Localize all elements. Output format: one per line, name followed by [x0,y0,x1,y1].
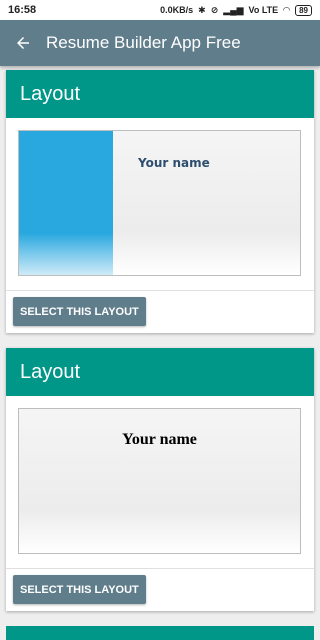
template-name-text: Your name [122,431,197,448]
layout-preview-area: Your name [6,118,314,291]
card-actions: SELECT THIS LAYOUT [6,291,314,333]
app-bar: Resume Builder App Free [0,20,320,66]
status-time: 16:58 [8,4,37,16]
layout-preview-area: Your name [6,396,314,569]
battery-icon: 89 [295,4,312,16]
status-bar: 16:58 0.0KB/s ✱ ⊘ ▂▄▆ Vo LTE ◠ 89 [0,0,320,20]
select-layout-button[interactable]: SELECT THIS LAYOUT [13,297,146,326]
layout-list[interactable]: Layout Your name SELECT THIS LAYOUT Layo… [0,66,320,640]
next-card-header [6,626,314,640]
signal-icon: ▂▄▆ [223,4,244,15]
layout-preview-image[interactable]: Your name [18,130,301,276]
bluetooth-icon: ✱ [198,4,206,15]
card-actions: SELECT THIS LAYOUT [6,569,314,611]
alarm-off-icon: ⊘ [210,4,219,15]
layout-card: Layout Your name SELECT THIS LAYOUT [6,70,314,333]
layout-preview-image[interactable]: Your name [18,408,301,554]
wifi-icon: ◠ [283,4,291,15]
status-icons: 0.0KB/s ✱ ⊘ ▂▄▆ Vo LTE ◠ 89 [160,4,312,16]
network-speed: 0.0KB/s [160,5,194,15]
select-layout-button[interactable]: SELECT THIS LAYOUT [13,575,146,604]
card-header: Layout [6,70,314,118]
app-title: Resume Builder App Free [46,33,241,52]
arrow-left-icon [17,37,29,49]
back-button[interactable] [0,20,46,66]
layout-card: Layout Your name SELECT THIS LAYOUT [6,348,314,611]
network-type: Vo LTE [248,5,279,15]
template-sidebar [19,131,113,275]
card-header: Layout [6,348,314,396]
template-name-text: Your name [138,156,210,170]
